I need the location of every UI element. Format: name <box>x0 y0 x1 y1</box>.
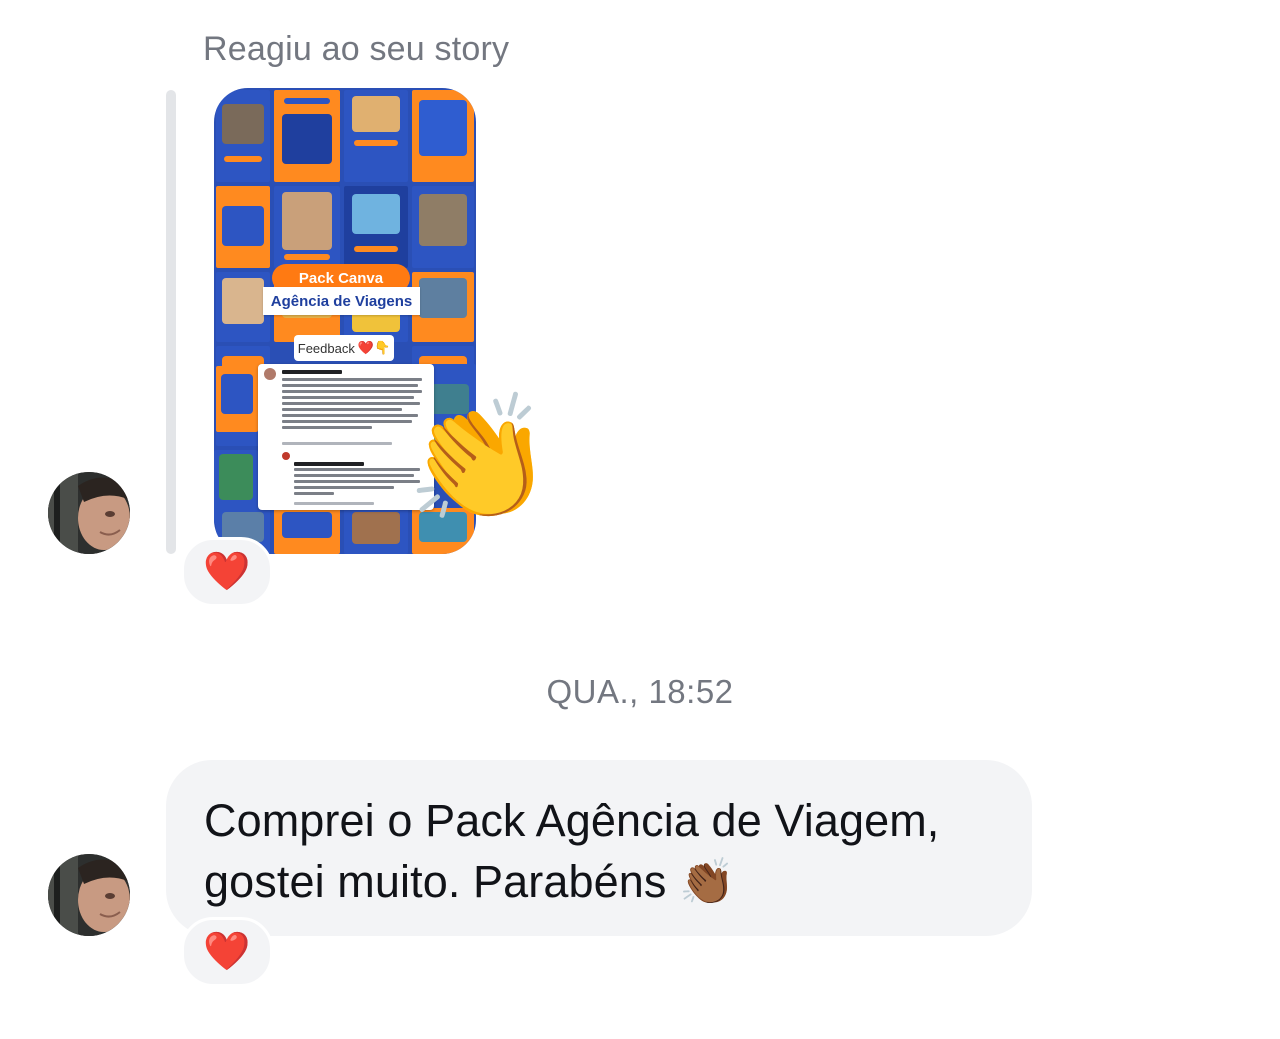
collage-tile <box>344 90 408 182</box>
message-text: Comprei o Pack Agência de Viagem, gostei… <box>204 795 940 907</box>
collage-tile <box>274 90 340 182</box>
avatar-photo <box>48 472 130 554</box>
avatar[interactable] <box>48 472 130 554</box>
collage-tile <box>216 90 270 182</box>
heart-icon: ❤️ <box>203 931 251 973</box>
feedback-text: Feedback <box>297 340 355 356</box>
collage-tile <box>216 366 258 432</box>
message-reaction-badge[interactable]: ❤️ <box>181 917 273 987</box>
collage-tile <box>344 186 408 268</box>
collage-tile <box>274 186 340 268</box>
heart-icon: ❤️ <box>203 551 251 593</box>
collage-tile <box>412 186 474 268</box>
story-feedback-label: Feedback ❤️👇 <box>294 335 394 361</box>
avatar-photo <box>48 854 130 936</box>
message-timestamp: QUA., 18:52 <box>546 673 734 710</box>
reply-indicator-bar <box>166 90 176 554</box>
collage-tile <box>412 272 474 342</box>
chat-thread: Reagiu ao seu story Pack Canva Agência d… <box>0 0 1280 1039</box>
feedback-emojis: ❤️👇 <box>357 340 391 355</box>
avatar[interactable] <box>48 854 130 936</box>
collage-tile <box>412 90 474 182</box>
story-reaction-badge[interactable]: ❤️ <box>181 537 273 607</box>
clap-sticker: 👏 <box>399 387 558 533</box>
collage-tile <box>216 272 270 342</box>
message-bubble[interactable]: Comprei o Pack Agência de Viagem, gostei… <box>166 760 1032 936</box>
collage-tile <box>274 508 340 554</box>
collage-tile <box>344 508 408 554</box>
story-agency-label: Agência de Viagens <box>263 287 420 315</box>
story-reply-label: Reagiu ao seu story <box>203 30 510 68</box>
collage-tile <box>216 186 270 268</box>
